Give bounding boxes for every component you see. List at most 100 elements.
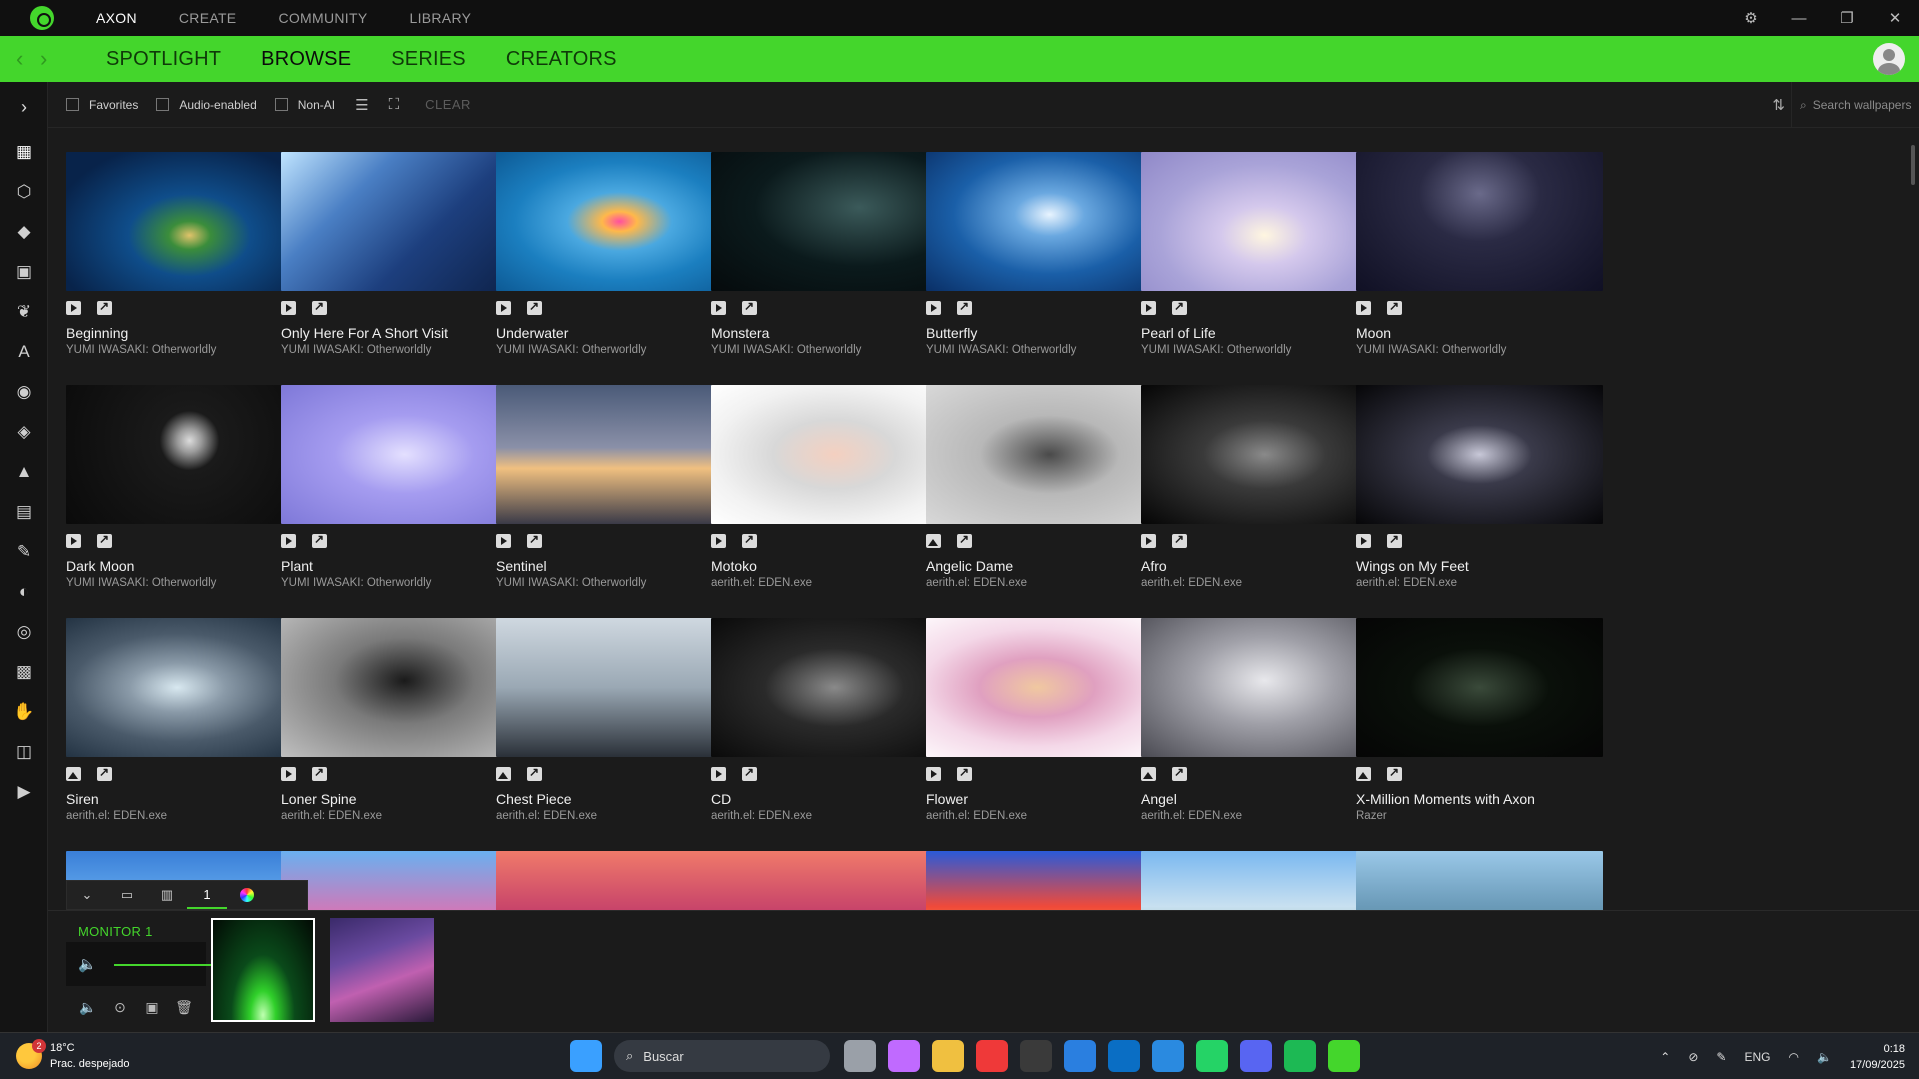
- apply-wallpaper-icon[interactable]: [1172, 299, 1187, 315]
- wallpaper-card[interactable]: Angelic Dame aerith.el: EDEN.exe: [926, 385, 1173, 595]
- vscode-icon[interactable]: [1152, 1040, 1184, 1072]
- favorites-filter[interactable]: Favorites: [66, 98, 138, 112]
- settings-gear-icon[interactable]: ⚙: [1727, 9, 1775, 27]
- apply-wallpaper-icon[interactable]: [1387, 765, 1402, 781]
- wallpaper-thumbnail[interactable]: [926, 618, 1173, 757]
- taskbar-search[interactable]: ⌕ Buscar: [614, 1040, 830, 1072]
- apply-wallpaper-icon[interactable]: [97, 765, 112, 781]
- sort-icon[interactable]: ⇅: [1772, 96, 1785, 114]
- terminal-icon[interactable]: [1020, 1040, 1052, 1072]
- grid-scrollbar[interactable]: [1911, 145, 1915, 185]
- save-icon[interactable]: ▣: [142, 999, 162, 1016]
- audio-toggle-icon[interactable]: 🔈: [78, 999, 98, 1016]
- queued-wallpaper-thumbnail[interactable]: [330, 918, 434, 1022]
- wallpaper-card[interactable]: Dark Moon YUMI IWASAKI: Otherworldly: [66, 385, 313, 595]
- monitor-number-tab[interactable]: 1: [187, 881, 227, 909]
- wallpaper-thumbnail[interactable]: [496, 152, 743, 291]
- minimize-button[interactable]: —: [1775, 10, 1823, 27]
- chip-icon[interactable]: ◫: [0, 732, 48, 772]
- search-input[interactable]: [1812, 98, 1913, 112]
- non-ai-checkbox[interactable]: [274, 98, 288, 111]
- apply-wallpaper-icon[interactable]: [312, 765, 327, 781]
- wallpaper-card[interactable]: Afro aerith.el: EDEN.exe: [1141, 385, 1388, 595]
- current-wallpaper-thumbnail[interactable]: [211, 918, 315, 1022]
- film-icon[interactable]: ▤: [0, 492, 48, 532]
- wallpaper-card[interactable]: Sentinel YUMI IWASAKI: Otherworldly: [496, 385, 743, 595]
- wallpaper-card[interactable]: Pearl of Life YUMI IWASAKI: Otherworldly: [1141, 152, 1388, 362]
- wallpaper-thumbnail[interactable]: [66, 152, 313, 291]
- wallpaper-card[interactable]: CD aerith.el: EDEN.exe: [711, 618, 958, 828]
- wallpaper-thumbnail[interactable]: [1141, 618, 1388, 757]
- clapperboard-icon[interactable]: ▶: [0, 772, 48, 812]
- top-menu-library[interactable]: LIBRARY: [409, 10, 471, 26]
- text-a-icon[interactable]: A: [0, 332, 48, 372]
- wallpaper-card[interactable]: Chest Piece aerith.el: EDEN.exe: [496, 618, 743, 828]
- wallpaper-card[interactable]: Angel aerith.el: EDEN.exe: [1141, 618, 1388, 828]
- clear-filters-button[interactable]: CLEAR: [425, 97, 471, 112]
- wallpaper-thumbnail[interactable]: [711, 152, 958, 291]
- wallpaper-card[interactable]: Butterfly YUMI IWASAKI: Otherworldly: [926, 152, 1173, 362]
- delete-icon[interactable]: 🗑: [174, 999, 194, 1016]
- monitor-display-icon[interactable]: ▭: [107, 887, 147, 903]
- apply-wallpaper-icon[interactable]: [312, 299, 327, 315]
- apply-wallpaper-icon[interactable]: [97, 299, 112, 315]
- whatsapp-icon[interactable]: [1196, 1040, 1228, 1072]
- maximize-button[interactable]: ❐: [1823, 9, 1871, 27]
- forward-arrow-icon[interactable]: ›: [40, 46, 60, 72]
- apply-wallpaper-icon[interactable]: [1172, 532, 1187, 548]
- apply-wallpaper-icon[interactable]: [957, 299, 972, 315]
- wallpaper-card[interactable]: Motoko aerith.el: EDEN.exe: [711, 385, 958, 595]
- wallpaper-thumbnail[interactable]: [1356, 385, 1603, 524]
- language-indicator[interactable]: ENG: [1744, 1050, 1770, 1064]
- grid-dots-icon[interactable]: ▩: [0, 652, 48, 692]
- leaf-icon[interactable]: ❦: [0, 292, 48, 332]
- wallpaper-card[interactable]: Loner Spine aerith.el: EDEN.exe: [281, 618, 528, 828]
- wallpaper-card[interactable]: [1141, 851, 1388, 910]
- wallpaper-card[interactable]: X-Million Moments with Axon Razer: [1356, 618, 1603, 828]
- non-ai-filter[interactable]: Non-AI: [274, 98, 335, 112]
- apply-wallpaper-icon[interactable]: [1387, 532, 1402, 548]
- hand-icon[interactable]: ✋: [0, 692, 48, 732]
- wallpaper-card[interactable]: Only Here For A Short Visit YUMI IWASAKI:…: [281, 152, 528, 362]
- top-menu-community[interactable]: COMMUNITY: [278, 10, 367, 26]
- wallpaper-card[interactable]: Plant YUMI IWASAKI: Otherworldly: [281, 385, 528, 595]
- wifi-icon[interactable]: ◠: [1789, 1050, 1799, 1064]
- wallpaper-thumbnail[interactable]: [66, 618, 313, 757]
- search-box[interactable]: ⌕: [1791, 82, 1919, 128]
- wallpaper-card[interactable]: [926, 851, 1173, 910]
- apply-wallpaper-icon[interactable]: [1387, 299, 1402, 315]
- wallpaper-thumbnail[interactable]: [1356, 851, 1603, 910]
- wallpaper-thumbnail[interactable]: [281, 851, 528, 910]
- wallpaper-thumbnail[interactable]: [496, 851, 743, 910]
- audio-enabled-filter[interactable]: Audio-enabled: [156, 98, 257, 112]
- razer-logo-icon[interactable]: [30, 6, 54, 30]
- wallpaper-thumbnail[interactable]: [711, 618, 958, 757]
- discord-icon[interactable]: [1240, 1040, 1272, 1072]
- top-menu-axon[interactable]: AXON: [96, 10, 137, 26]
- layout-icon[interactable]: ▥: [147, 887, 187, 903]
- pen-icon[interactable]: ✎: [1716, 1050, 1726, 1064]
- apply-wallpaper-icon[interactable]: [957, 765, 972, 781]
- apply-wallpaper-icon[interactable]: [312, 532, 327, 548]
- wallpaper-card[interactable]: Siren aerith.el: EDEN.exe: [66, 618, 313, 828]
- color-wheel-icon[interactable]: [240, 888, 254, 902]
- tab-spotlight[interactable]: SPOTLIGHT: [106, 48, 221, 71]
- close-button[interactable]: ✕: [1871, 9, 1919, 27]
- wallpaper-card[interactable]: [1356, 851, 1603, 910]
- gem-icon[interactable]: ◆: [0, 212, 48, 252]
- wallpaper-card[interactable]: Beginning YUMI IWASAKI: Otherworldly: [66, 152, 313, 362]
- tab-creators[interactable]: CREATORS: [506, 48, 617, 71]
- back-arrow-icon[interactable]: ‹: [16, 46, 36, 72]
- wallpaper-thumbnail[interactable]: [496, 385, 743, 524]
- palette-icon[interactable]: ◐: [0, 572, 48, 612]
- list-filter-icon[interactable]: ☰: [355, 96, 368, 114]
- tab-browse[interactable]: BROWSE: [261, 48, 351, 71]
- collapse-chevron-icon[interactable]: ⌄: [67, 887, 107, 903]
- speaker-icon[interactable]: 🔈: [78, 955, 97, 973]
- ai-image-filter-icon[interactable]: ⛶: [389, 96, 400, 113]
- wallpaper-card[interactable]: [281, 851, 528, 910]
- wallpaper-card[interactable]: Underwater YUMI IWASAKI: Otherworldly: [496, 152, 743, 362]
- wallpaper-thumbnail[interactable]: [1141, 851, 1388, 910]
- wallpaper-thumbnail[interactable]: [1356, 152, 1603, 291]
- profile-avatar[interactable]: [1873, 43, 1905, 75]
